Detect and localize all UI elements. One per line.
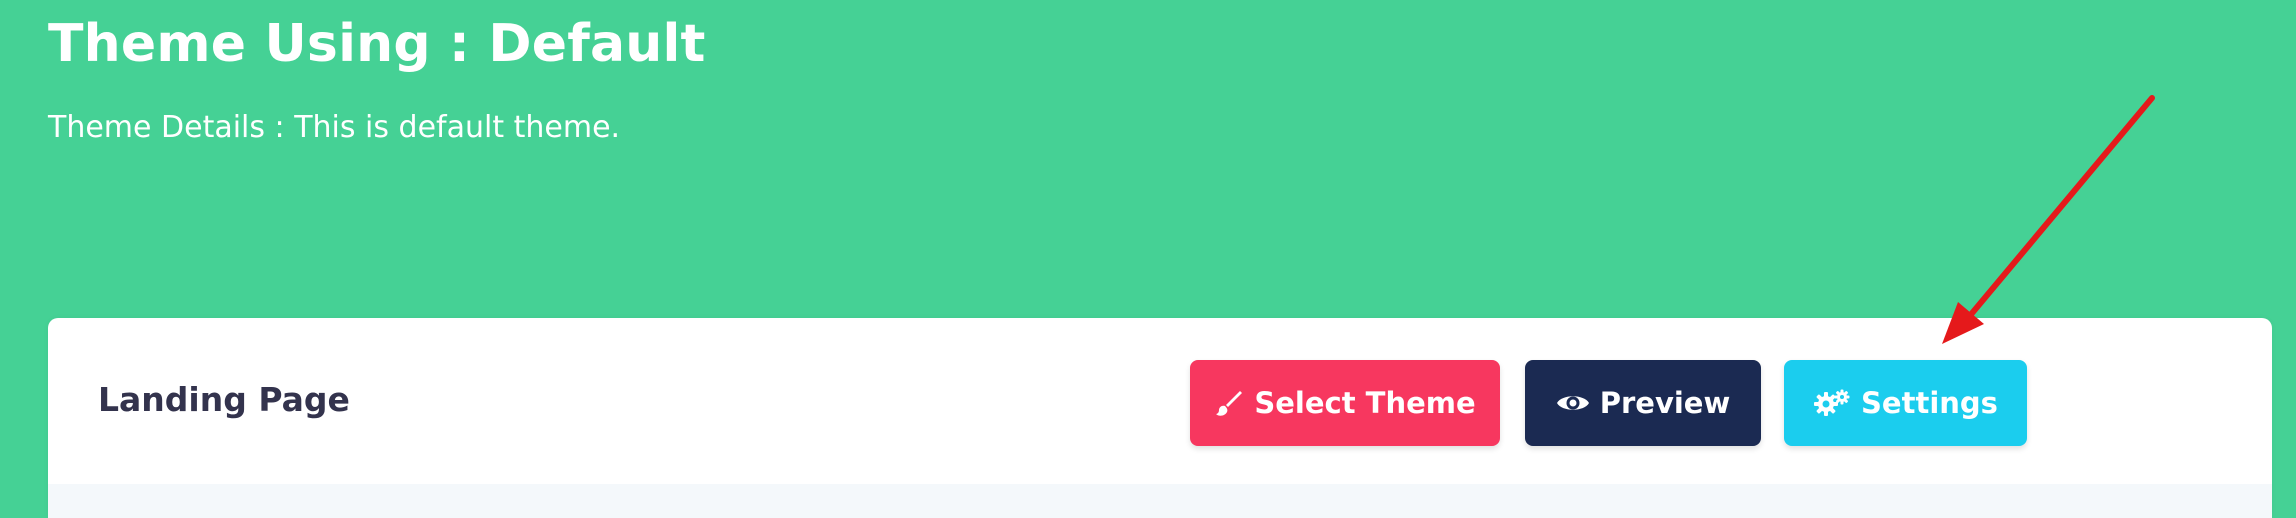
theme-details: Theme Details : This is default theme. bbox=[48, 110, 621, 145]
settings-label: Settings bbox=[1861, 386, 1998, 420]
card-header: Landing Page Select Theme Preview Settin… bbox=[48, 318, 2272, 484]
card-title: Landing Page bbox=[98, 380, 350, 419]
preview-label: Preview bbox=[1599, 386, 1731, 420]
eye-icon bbox=[1556, 391, 1590, 415]
page-title: Theme Using : Default bbox=[48, 14, 706, 74]
card-body bbox=[48, 484, 2272, 518]
landing-page-card: Landing Page Select Theme Preview Settin… bbox=[48, 318, 2272, 518]
paintbrush-icon bbox=[1214, 388, 1244, 418]
select-theme-button[interactable]: Select Theme bbox=[1190, 360, 1500, 446]
settings-button[interactable]: Settings bbox=[1784, 360, 2027, 446]
select-theme-label: Select Theme bbox=[1254, 386, 1476, 420]
gears-icon bbox=[1813, 388, 1851, 418]
preview-button[interactable]: Preview bbox=[1525, 360, 1761, 446]
